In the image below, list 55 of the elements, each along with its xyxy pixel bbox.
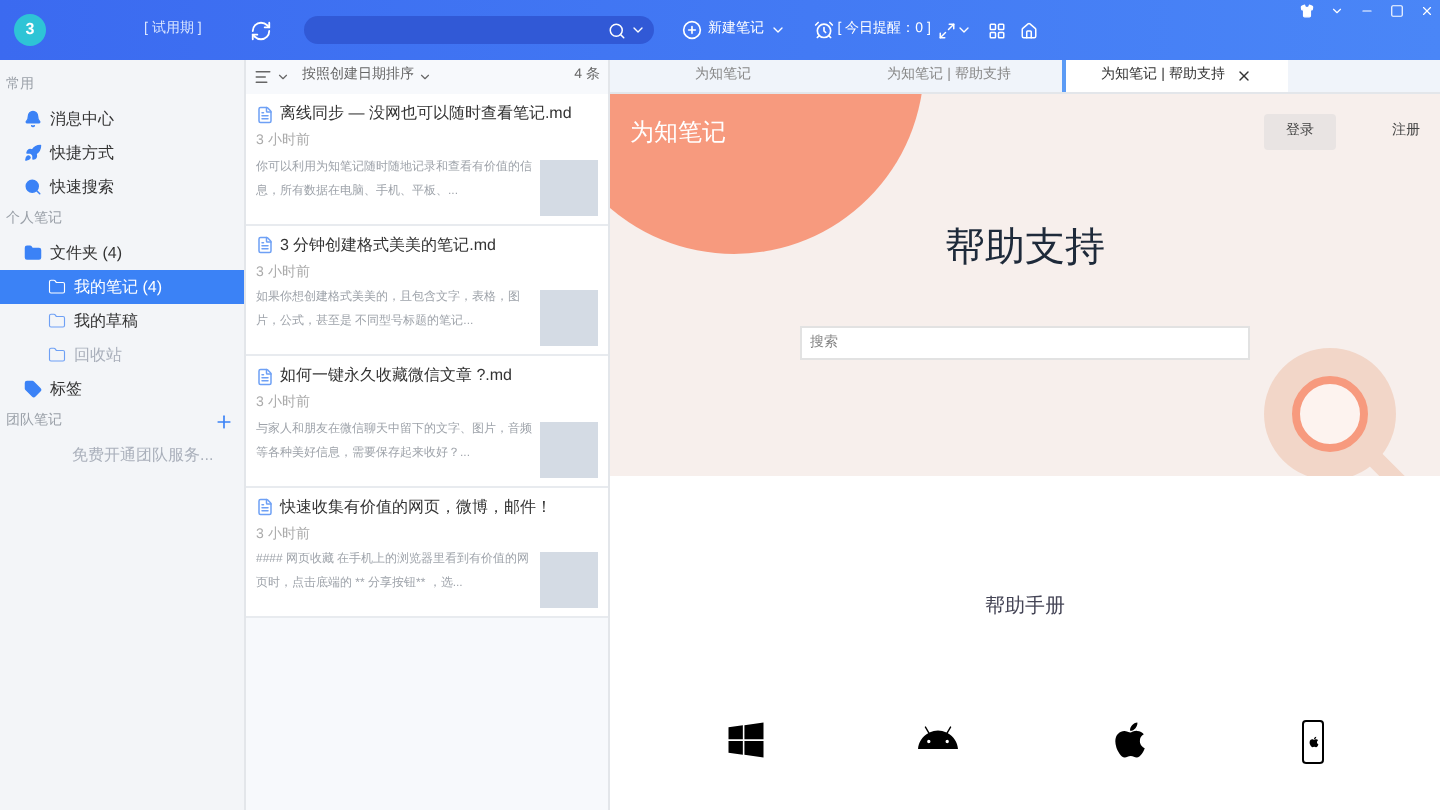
- home-icon[interactable]: [1020, 21, 1039, 39]
- note-title: 如何一键永久收藏微信文章 ?.md: [280, 364, 513, 388]
- caret-icon[interactable]: [956, 22, 973, 38]
- note-title: 3 分钟创建格式美美的笔记.md: [280, 233, 497, 257]
- sidebar-item[interactable]: 我的笔记 (4): [0, 270, 244, 304]
- note-title: 快速收集有价值的网页，微博，邮件！: [280, 495, 552, 519]
- sidebar-text: 免费开通团队服务...: [70, 443, 216, 467]
- thumbnail-placeholder: [540, 421, 598, 477]
- search-icon: [24, 178, 42, 196]
- page-title: 帮助支持: [945, 224, 1105, 274]
- bell-icon: [24, 110, 42, 128]
- document-icon: [256, 367, 274, 385]
- document-icon: [256, 105, 274, 123]
- folder-icon: [48, 278, 66, 296]
- document-icon: [256, 236, 274, 254]
- minimize-icon[interactable]: [1360, 4, 1374, 18]
- shirt-icon[interactable]: [1300, 4, 1314, 18]
- caret-icon: [418, 70, 432, 84]
- screen-capture-icon[interactable]: [938, 21, 957, 39]
- folder-icon: [48, 312, 66, 330]
- tag-icon: [24, 380, 42, 398]
- thumbnail-placeholder: [540, 290, 598, 346]
- phone-icon[interactable]: [1302, 720, 1324, 764]
- sidebar-item[interactable]: 消息中心: [0, 102, 244, 136]
- folder-icon: [24, 244, 42, 262]
- grid-icon[interactable]: [988, 21, 1007, 39]
- document-icon: [256, 498, 274, 516]
- add-icon[interactable]: [214, 412, 234, 432]
- sidebar-item[interactable]: 标签: [0, 372, 244, 406]
- close-icon[interactable]: [1420, 4, 1434, 18]
- thumbnail-placeholder: [540, 159, 598, 215]
- thumbnail-placeholder: [540, 552, 598, 608]
- sidebar-item[interactable]: 快捷方式: [0, 136, 244, 170]
- caret-icon[interactable]: [629, 22, 646, 38]
- rocket-icon: [24, 144, 42, 162]
- sync-icon[interactable]: [249, 19, 272, 41]
- note-title: 离线同步 — 没网也可以随时查看笔记.md: [280, 102, 572, 126]
- search-field[interactable]: [303, 16, 654, 44]
- caret-icon[interactable]: [276, 70, 290, 84]
- apple-icon[interactable]: [1110, 720, 1150, 760]
- sidebar-item[interactable]: 我的草稿: [0, 304, 244, 338]
- logo-text: 为知笔记: [630, 116, 726, 150]
- dropdown-icon[interactable]: [1330, 4, 1344, 18]
- folder-icon: [48, 346, 66, 364]
- section-heading: 帮助手册: [985, 593, 1065, 622]
- alarm-icon[interactable]: [813, 20, 834, 40]
- sidebar-item[interactable]: 文件夹 (4): [0, 236, 244, 270]
- sidebar-item[interactable]: 快速搜索: [0, 170, 244, 204]
- list-view-icon[interactable]: [254, 68, 272, 86]
- maximize-icon[interactable]: [1390, 4, 1404, 18]
- plus-icon: [681, 20, 702, 40]
- close-tab-icon[interactable]: [1236, 68, 1253, 84]
- search-icon[interactable]: [607, 21, 626, 39]
- windows-icon[interactable]: [726, 720, 766, 760]
- caret-icon: [769, 22, 786, 38]
